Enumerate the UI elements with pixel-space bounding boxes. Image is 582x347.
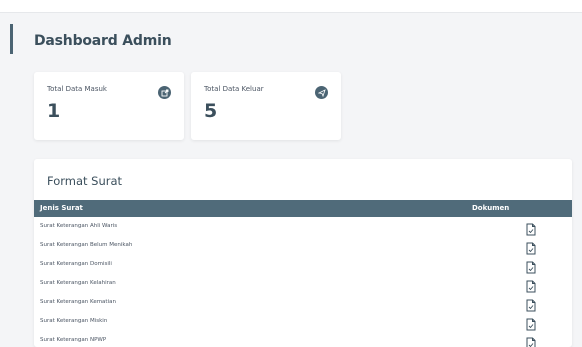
table-row: Surat Keterangan Kematian: [34, 294, 572, 313]
send-icon: [315, 86, 328, 99]
table-header: Jenis Surat Dokumen: [34, 200, 572, 217]
column-header-dokumen: Dokumen: [472, 204, 510, 212]
jenis-surat-cell: Surat Keterangan Ahli Waris: [40, 223, 118, 229]
document-icon[interactable]: [525, 221, 537, 236]
stat-value: 1: [47, 100, 61, 122]
stat-label: Total Data Masuk: [47, 85, 107, 93]
jenis-surat-cell: Surat Keterangan Miskin: [40, 318, 108, 324]
stat-card-data-keluar: Total Data Keluar 5: [191, 72, 341, 140]
stat-value: 5: [204, 100, 218, 122]
jenis-surat-cell: Surat Keterangan Domisili: [40, 261, 112, 267]
column-header-jenis-surat: Jenis Surat: [40, 204, 83, 212]
jenis-surat-cell: Surat Keterangan NPWP: [40, 337, 107, 343]
table-row: Surat Keterangan Belum Menikah: [34, 237, 572, 256]
table-row: Surat Keterangan Kelahiran: [34, 275, 572, 294]
jenis-surat-cell: Surat Keterangan Kematian: [40, 299, 116, 305]
table-row: Surat Keterangan Miskin: [34, 313, 572, 332]
jenis-surat-cell: Surat Keterangan Kelahiran: [40, 280, 116, 286]
document-icon[interactable]: [525, 278, 537, 293]
document-icon[interactable]: [525, 259, 537, 274]
table-row: Surat Keterangan Domisili: [34, 256, 572, 275]
document-icon[interactable]: [525, 316, 537, 331]
document-icon[interactable]: [525, 297, 537, 312]
table-row: Surat Keterangan NPWP: [34, 332, 572, 347]
page-title: Dashboard Admin: [34, 33, 172, 49]
stat-card-data-masuk: Total Data Masuk 1: [34, 72, 184, 140]
format-surat-card: Format Surat Jenis Surat Dokumen Surat K…: [34, 159, 572, 347]
jenis-surat-cell: Surat Keterangan Belum Menikah: [40, 242, 133, 248]
table-title: Format Surat: [47, 174, 123, 188]
stat-label: Total Data Keluar: [204, 85, 264, 93]
table-row: Surat Keterangan Ahli Waris: [34, 218, 572, 237]
document-icon[interactable]: [525, 335, 537, 347]
document-icon[interactable]: [525, 240, 537, 255]
title-accent-bar: [10, 24, 13, 54]
top-navbar: [0, 0, 582, 13]
external-link-icon: [158, 86, 171, 99]
